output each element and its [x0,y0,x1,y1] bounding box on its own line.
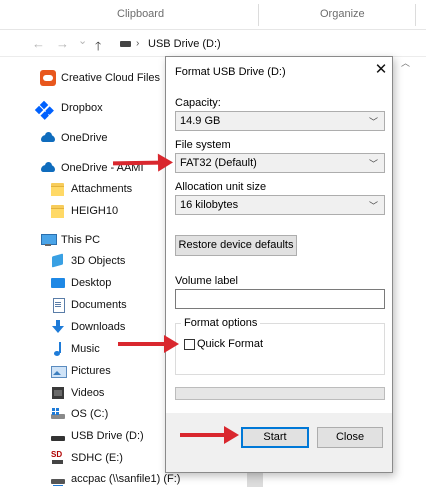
close-button[interactable]: Close [317,427,383,448]
nav-item-label: Videos [71,387,105,399]
format-options-label: Format options [181,317,261,329]
quick-format-checkbox[interactable] [184,339,195,350]
chevron-down-icon[interactable]: ⌄ [78,34,87,47]
usb-drive-icon [50,428,66,444]
chevron-right-icon[interactable]: › [136,38,139,49]
file-system-value: FAT32 (Default) [180,157,257,169]
chevron-down-icon: ﹀ [368,201,378,211]
nav-item-videos[interactable]: Videos [50,383,104,403]
folder-icon [50,181,66,197]
nav-item-sdhc-e[interactable]: SDHC (E:) [50,448,123,468]
capacity-select[interactable]: 14.9 GB ﹀ [175,111,385,131]
allocation-unit-select[interactable]: 16 kilobytes ﹀ [175,195,385,215]
nav-item-downloads[interactable]: Downloads [50,317,125,337]
capacity-value: 14.9 GB [180,115,221,127]
desktop-icon [50,275,66,291]
nav-item-creative-cloud[interactable]: Creative Cloud Files [40,68,160,88]
nav-item-documents[interactable]: Documents [50,295,127,315]
chevron-down-icon: ﹀ [368,159,378,169]
nav-item-heigh10[interactable]: HEIGH10 [50,201,118,221]
nav-item-label: HEIGH10 [71,205,119,217]
format-dialog: Format USB Drive (D:) ✕ Capacity: 14.9 G… [165,56,393,473]
annotation-arrow-quick-format [118,335,179,353]
content-pane [393,58,426,487]
arrow-left-icon[interactable]: ← [32,36,45,51]
chevron-down-icon: ﹀ [368,117,378,127]
nav-item-accpac-f[interactable]: accpac (\\sanfile1) (F:) [50,469,180,487]
os-drive-icon [50,406,66,422]
scroll-up-icon[interactable]: ︿ [401,56,410,69]
nav-item-label: SDHC (E:) [71,452,123,464]
nav-item-music[interactable]: Music [50,339,100,359]
nav-item-label: Pictures [71,365,111,377]
folder-icon [50,203,66,219]
nav-item-usb-d[interactable]: USB Drive (D:) [50,426,144,446]
file-system-label: File system [175,139,231,151]
capacity-label: Capacity: [175,97,221,109]
nav-item-this-pc[interactable]: This PC [40,230,100,250]
ribbon: Clipboard Organize [0,0,426,30]
start-button[interactable]: Start [241,427,309,448]
navigation-pane: Creative Cloud Files Dropbox OneDrive On… [0,58,180,487]
computer-icon [40,232,57,248]
address-path[interactable]: USB Drive (D:) [148,38,221,50]
nav-item-attachments[interactable]: Attachments [50,179,132,199]
usb-drive-icon [120,41,131,47]
volume-label-input[interactable] [175,289,385,309]
nav-item-onedrive[interactable]: OneDrive [40,128,107,148]
allocation-unit-value: 16 kilobytes [180,199,239,211]
arrow-right-icon[interactable]: → [56,36,69,51]
close-icon[interactable]: ✕ [372,61,390,79]
nav-item-label: Music [71,343,100,355]
annotation-arrow-file-system [112,160,161,166]
nav-item-label: OS (C:) [71,408,109,420]
quick-format-label[interactable]: Quick Format [197,338,263,350]
nav-item-desktop[interactable]: Desktop [50,273,111,293]
nav-item-label: Documents [71,299,127,311]
3d-objects-icon [50,253,66,269]
nav-item-label: Creative Cloud Files [61,72,161,84]
address-bar: ← → ⌄ 🡑 › USB Drive (D:) [0,31,426,57]
restore-defaults-button[interactable]: Restore device defaults [175,235,297,256]
nav-item-os-c[interactable]: OS (C:) [50,404,108,424]
nav-item-label: Downloads [71,321,126,333]
music-icon [50,341,66,357]
dropbox-icon [40,100,56,116]
allocation-unit-label: Allocation unit size [175,181,267,193]
documents-icon [50,297,66,313]
ribbon-separator [415,4,416,26]
nav-item-label: Attachments [71,183,133,195]
nav-item-label: This PC [61,234,101,246]
ribbon-group-clipboard: Clipboard [117,8,165,20]
nav-item-label: 3D Objects [71,255,126,267]
arrow-up-icon[interactable]: 🡑 [95,37,101,58]
nav-item-label: Desktop [71,277,112,289]
ribbon-group-organize: Organize [320,8,365,20]
format-progress-bar [175,387,385,400]
videos-icon [50,385,66,401]
scrollbar-thumb[interactable] [247,473,263,487]
nav-item-3d-objects[interactable]: 3D Objects [50,251,125,271]
nav-item-dropbox[interactable]: Dropbox [40,98,103,118]
cloud-icon [40,130,56,146]
volume-label-label: Volume label [175,275,238,287]
pictures-icon [50,363,67,379]
creative-cloud-icon [40,70,56,86]
annotation-arrow-start [180,426,239,444]
network-drive-icon [50,471,66,487]
nav-item-label: Dropbox [61,102,103,114]
cloud-icon [40,160,56,176]
dialog-footer: Start Close [166,413,392,472]
nav-item-pictures[interactable]: Pictures [50,361,111,381]
sd-card-icon [50,450,66,466]
nav-item-label: accpac (\\sanfile1) (F:) [71,473,181,485]
nav-item-label: USB Drive (D:) [71,430,144,442]
nav-item-label: OneDrive [61,132,108,144]
download-icon [50,319,66,335]
ribbon-separator [258,4,259,26]
file-system-select[interactable]: FAT32 (Default) ﹀ [175,153,385,173]
dialog-title: Format USB Drive (D:) [175,66,286,78]
